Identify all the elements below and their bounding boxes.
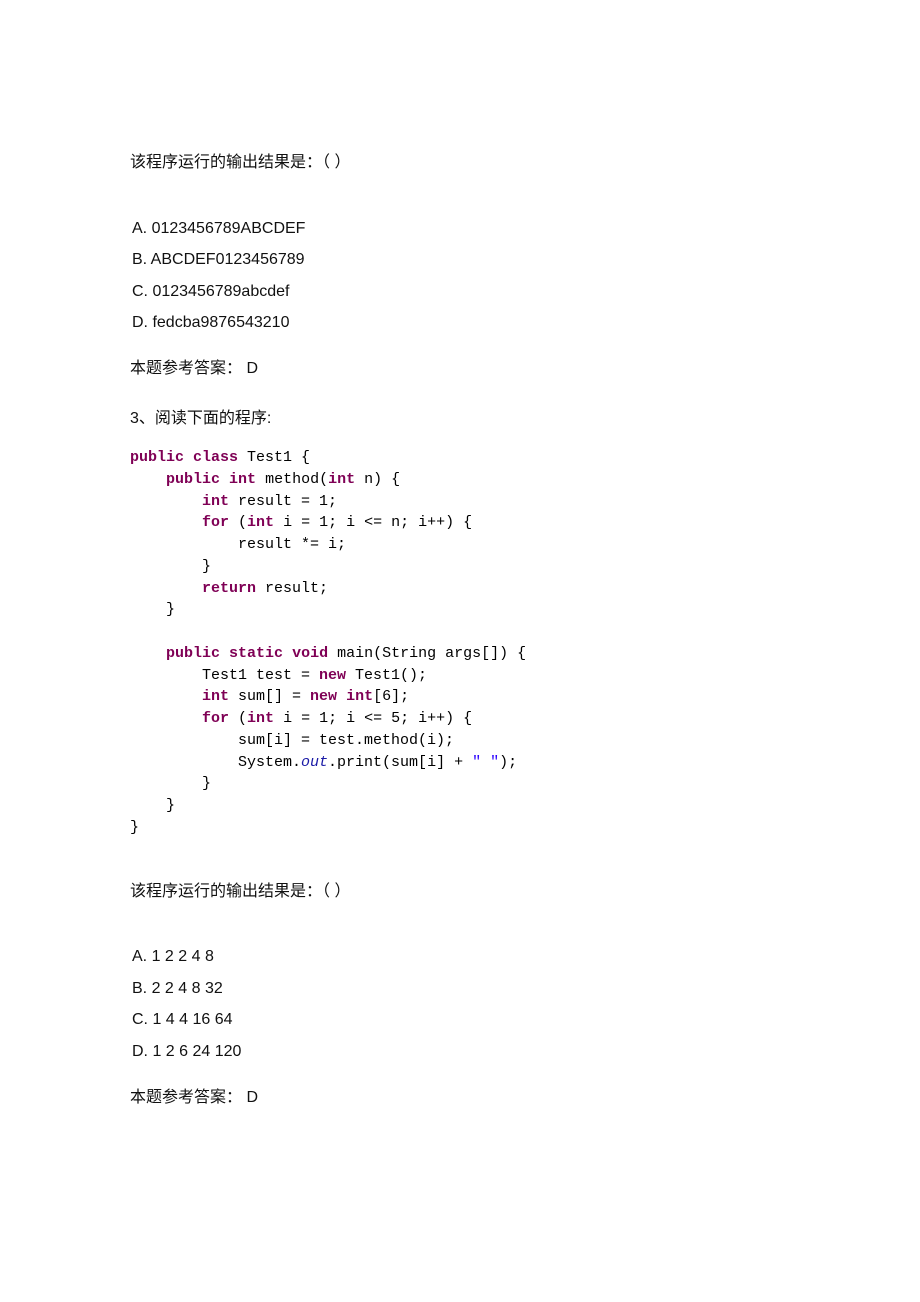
code-token: out [301, 754, 328, 771]
code-token: ( [229, 710, 247, 727]
q2-option-c: C. 0123456789abcdef [132, 279, 790, 305]
code-token: } [130, 775, 211, 792]
q3-stem: 该程序运行的输出结果是：（ ） [130, 879, 790, 905]
code-token: i = 1; i <= 5; i++) { [274, 710, 472, 727]
code-token: result *= i; [130, 536, 346, 553]
q2-option-a: A. 0123456789ABCDEF [132, 216, 790, 242]
code-token: int [328, 471, 355, 488]
q2-option-b: B. ABCDEF0123456789 [132, 247, 790, 273]
code-token [130, 580, 202, 597]
code-token: static [229, 645, 283, 662]
code-token: sum[] = [229, 688, 310, 705]
code-token: void [292, 645, 328, 662]
code-token: int [229, 471, 256, 488]
code-token: main(String args[]) { [328, 645, 526, 662]
code-token: Test1(); [346, 667, 427, 684]
code-token: ); [499, 754, 517, 771]
q3-option-c: C. 1 4 4 16 64 [132, 1007, 790, 1033]
code-token: " " [472, 754, 499, 771]
code-token [130, 493, 202, 510]
code-token: new [319, 667, 346, 684]
code-token: for [202, 710, 229, 727]
code-token: i = 1; i <= n; i++) { [274, 514, 472, 531]
code-token: int [202, 493, 229, 510]
q3-option-a: A. 1 2 2 4 8 [132, 944, 790, 970]
q3-option-b: B. 2 2 4 8 32 [132, 976, 790, 1002]
code-token: System. [130, 754, 301, 771]
code-token [130, 688, 202, 705]
code-token: Test1 test = [130, 667, 319, 684]
code-token: sum[i] = test.method(i); [130, 732, 454, 749]
code-token: [6]; [373, 688, 409, 705]
code-token [130, 471, 166, 488]
q3-options: A. 1 2 2 4 8 B. 2 2 4 8 32 C. 1 4 4 16 6… [130, 944, 790, 1064]
code-token [220, 471, 229, 488]
q2-options: A. 0123456789ABCDEF B. ABCDEF0123456789 … [130, 216, 790, 336]
code-token: public [166, 471, 220, 488]
code-token [130, 645, 166, 662]
code-token: Test1 { [238, 449, 310, 466]
code-token: n) { [355, 471, 400, 488]
q3-code-block: public class Test1 { public int method(i… [130, 447, 790, 839]
code-token: } [130, 797, 175, 814]
q2-answer: 本题参考答案： D [130, 356, 790, 382]
code-token [130, 514, 202, 531]
code-token: method( [256, 471, 328, 488]
code-token: public [130, 449, 184, 466]
code-token: int [247, 514, 274, 531]
code-token: result = 1; [229, 493, 337, 510]
code-token [184, 449, 193, 466]
code-token: public [166, 645, 220, 662]
code-token: .print(sum[i] + [328, 754, 472, 771]
document-page: 该程序运行的输出结果是：（ ） A. 0123456789ABCDEF B. A… [0, 0, 920, 1194]
code-token: int [202, 688, 229, 705]
code-token: } [130, 558, 211, 575]
q3-heading: 3、阅读下面的程序: [130, 406, 790, 432]
code-token [337, 688, 346, 705]
code-token: result; [256, 580, 328, 597]
code-token: } [130, 601, 175, 618]
code-token: int [247, 710, 274, 727]
code-token: class [193, 449, 238, 466]
code-token: ( [229, 514, 247, 531]
code-token: } [130, 819, 139, 836]
code-token [130, 710, 202, 727]
code-token [220, 645, 229, 662]
code-token [283, 645, 292, 662]
q3-option-d: D. 1 2 6 24 120 [132, 1039, 790, 1065]
code-token: for [202, 514, 229, 531]
q2-option-d: D. fedcba9876543210 [132, 310, 790, 336]
code-token: new [310, 688, 337, 705]
q3-answer: 本题参考答案： D [130, 1085, 790, 1111]
code-token: int [346, 688, 373, 705]
q2-stem: 该程序运行的输出结果是：（ ） [130, 150, 790, 176]
code-token: return [202, 580, 256, 597]
